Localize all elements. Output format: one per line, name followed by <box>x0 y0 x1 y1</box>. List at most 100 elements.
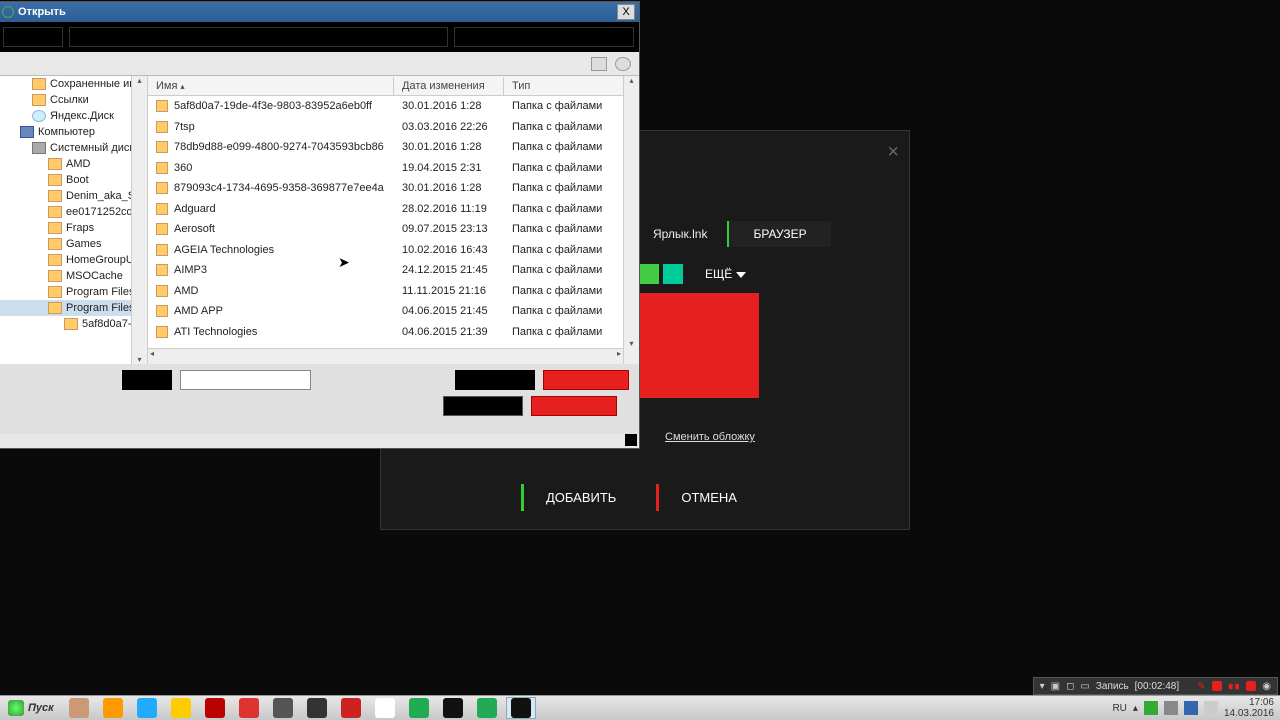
tree-item-label: Denim_aka_Su <box>66 190 141 202</box>
help-icon[interactable] <box>615 57 631 71</box>
dialog-titlebar[interactable]: Открыть X <box>0 2 639 22</box>
tray-icon[interactable] <box>1144 701 1158 715</box>
taskbar-item-skype[interactable] <box>132 697 162 719</box>
file-row[interactable]: AMD APP04.06.2015 21:45Папка с файлами <box>148 301 639 322</box>
folder-icon <box>156 264 168 276</box>
change-cover-link[interactable]: Сменить обложку <box>665 431 755 443</box>
tree-item[interactable]: Games <box>0 236 147 252</box>
file-row[interactable]: 78db9d88-e099-4800-9274-7043593bcb8630.0… <box>148 137 639 158</box>
record-icon[interactable] <box>1212 681 1222 691</box>
add-button[interactable]: ДОБАВИТЬ <box>521 484 638 511</box>
taskbar-item-razer[interactable] <box>438 697 468 719</box>
color-swatch[interactable] <box>639 264 659 284</box>
file-list[interactable]: Имя ▴ Дата изменения Тип 5af8d0a7-19de-4… <box>148 76 639 364</box>
folder-icon <box>156 203 168 215</box>
chevron-down-icon[interactable]: ▾ <box>1040 681 1045 692</box>
folder-icon <box>156 244 168 256</box>
tree-item[interactable]: Компьютер <box>0 124 147 140</box>
taskbar-item-gpu[interactable] <box>404 697 434 719</box>
network-icon[interactable] <box>1184 701 1198 715</box>
folder-icon <box>48 286 62 298</box>
taskbar-item-app-red[interactable] <box>336 697 366 719</box>
taskbar-item-monitor[interactable] <box>472 697 502 719</box>
tree-item[interactable]: Яндекс.Диск <box>0 108 147 124</box>
column-name[interactable]: Имя ▴ <box>148 77 394 95</box>
view-icon[interactable] <box>591 57 607 71</box>
start-button[interactable]: Пуск <box>0 696 62 720</box>
folder-icon <box>48 270 62 282</box>
tree-item[interactable]: 5af8d0a7-19 <box>0 316 147 332</box>
file-row[interactable]: 7tsp03.03.2016 22:26Папка с файлами <box>148 117 639 138</box>
volume-icon[interactable] <box>1204 701 1218 715</box>
scrollbar-vertical[interactable] <box>131 76 147 364</box>
file-row[interactable]: 5af8d0a7-19de-4f3e-9803-83952a6eb0ff30.0… <box>148 96 639 117</box>
tree-item[interactable]: Системный диск <box>0 140 147 156</box>
folder-tree[interactable]: Сохраненные игСсылкиЯндекс.ДискКомпьютер… <box>0 76 148 364</box>
tree-item[interactable]: HomeGroupUse <box>0 252 147 268</box>
filetype-combo[interactable] <box>455 370 535 390</box>
open-button-2[interactable] <box>531 396 617 416</box>
close-button[interactable]: X <box>617 4 635 20</box>
camera-icon[interactable]: ◉ <box>1262 681 1271 692</box>
file-row[interactable]: 879093c4-1734-4695-9358-369877e7ee4a30.0… <box>148 178 639 199</box>
tree-item[interactable]: ee0171252cd5 <box>0 204 147 220</box>
address-bar[interactable] <box>0 22 639 52</box>
more-colors-button[interactable]: ЕЩЁ <box>697 263 754 285</box>
scrollbar-horizontal[interactable] <box>148 348 623 364</box>
file-row[interactable]: Aerosoft09.07.2015 23:13Папка с файлами <box>148 219 639 240</box>
browse-button[interactable]: БРАУЗЕР <box>727 221 830 247</box>
taskbar-item-razer2[interactable] <box>506 697 536 719</box>
start-label: Пуск <box>28 702 54 714</box>
color-swatch[interactable] <box>663 264 683 284</box>
taskbar-item-game1[interactable] <box>268 697 298 719</box>
tree-item[interactable]: Boot <box>0 172 147 188</box>
taskbar-item-bandicam[interactable] <box>234 697 264 719</box>
pause-icon[interactable]: ∎∎ <box>1228 681 1241 692</box>
tree-item[interactable]: Denim_aka_Su <box>0 188 147 204</box>
file-row[interactable]: AIMP324.12.2015 21:45Папка с файлами <box>148 260 639 281</box>
taskbar-item-skyrim[interactable] <box>302 697 332 719</box>
filename-input[interactable] <box>180 370 311 390</box>
file-row[interactable]: 36019.04.2015 2:31Папка с файлами <box>148 158 639 179</box>
tree-item[interactable]: AMD <box>0 156 147 172</box>
column-date[interactable]: Дата изменения <box>394 77 504 95</box>
tree-item-label: Boot <box>66 174 89 186</box>
file-row[interactable]: ATI Technologies04.06.2015 21:39Папка с … <box>148 322 639 343</box>
tree-item[interactable]: Program Files <box>0 284 147 300</box>
taskbar-item-wmp[interactable] <box>98 697 128 719</box>
monitor-icon[interactable]: ▭ <box>1080 681 1089 692</box>
column-type[interactable]: Тип <box>504 77 639 95</box>
file-row[interactable]: Adguard28.02.2016 11:19Папка с файлами <box>148 199 639 220</box>
tree-item[interactable]: Ссылки <box>0 92 147 108</box>
open-button[interactable] <box>543 370 629 390</box>
tree-item[interactable]: Fraps <box>0 220 147 236</box>
tree-item-label: Program Files <box>66 286 134 298</box>
tray-icon[interactable] <box>1164 701 1178 715</box>
close-icon[interactable]: × <box>887 141 899 164</box>
resize-handle[interactable] <box>625 434 637 446</box>
folder-icon <box>156 121 168 133</box>
folder-icon <box>156 223 168 235</box>
stop-icon[interactable] <box>1246 681 1256 691</box>
window-icon[interactable]: ◻ <box>1066 681 1074 692</box>
tray-chevron-icon[interactable]: ▴ <box>1133 703 1138 714</box>
scrollbar-vertical[interactable] <box>623 76 639 364</box>
file-row[interactable]: AGEIA Technologies10.02.2016 16:43Папка … <box>148 240 639 261</box>
taskbar-item-yandex[interactable] <box>370 697 400 719</box>
tree-item[interactable]: Сохраненные иг <box>0 76 147 92</box>
tree-item[interactable]: MSOCache <box>0 268 147 284</box>
pencil-icon[interactable]: ✎ <box>1197 681 1205 692</box>
language-indicator[interactable]: RU <box>1112 703 1126 714</box>
settings-icon[interactable]: ▣ <box>1051 681 1060 692</box>
color-swatch-row: ЕЩЁ <box>639 263 754 285</box>
tree-item[interactable]: Program Files ( <box>0 300 147 316</box>
cancel-file-button[interactable] <box>443 396 523 416</box>
file-row[interactable]: AMD11.11.2015 21:16Папка с файлами <box>148 281 639 302</box>
column-headers[interactable]: Имя ▴ Дата изменения Тип <box>148 76 639 96</box>
clock[interactable]: 17:06 14.03.2016 <box>1224 697 1274 719</box>
cancel-button[interactable]: ОТМЕНА <box>656 484 759 511</box>
recording-label: Запись <box>1096 681 1129 692</box>
taskbar-item-explorer[interactable] <box>64 697 94 719</box>
taskbar-item-adguard[interactable] <box>166 697 196 719</box>
taskbar-item-recorder[interactable] <box>200 697 230 719</box>
